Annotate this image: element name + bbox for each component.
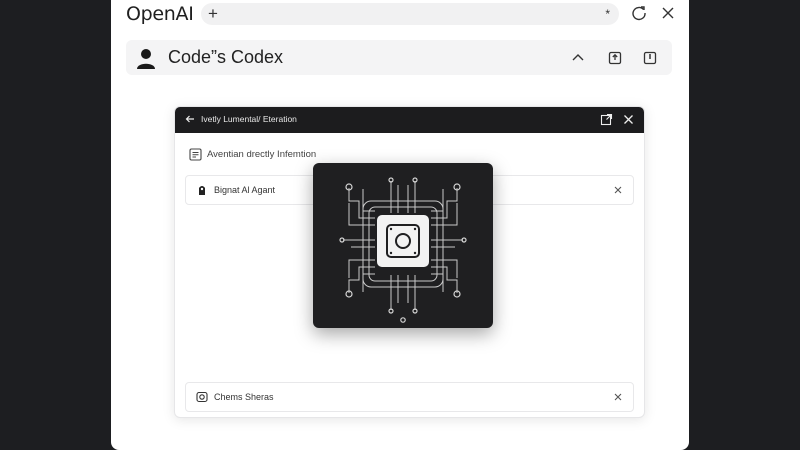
bookmark-star-icon[interactable]: *: [605, 3, 610, 25]
new-tab-button[interactable]: +: [208, 3, 218, 24]
conversation-header: Code”s Codex: [126, 40, 672, 75]
bookmark-icon[interactable]: [642, 50, 658, 66]
list-item[interactable]: Chems Sheras: [185, 382, 634, 412]
share-icon[interactable]: [607, 50, 623, 66]
dialog-title: Ivetly Lumental/ Eteration: [201, 114, 297, 124]
agent-icon: [199, 186, 205, 195]
address-bar[interactable]: + *: [201, 3, 619, 25]
back-arrow-icon[interactable]: [184, 113, 196, 125]
document-icon: [189, 148, 202, 161]
chip-overlay: [313, 163, 493, 328]
close-window-icon[interactable]: [660, 5, 676, 21]
info-text: Aventian drectly Infemtion: [207, 149, 317, 160]
refresh-icon[interactable]: [631, 5, 647, 21]
external-link-icon[interactable]: [600, 113, 613, 126]
page-title: Code”s Codex: [168, 47, 284, 67]
list-item-label: Bignat Al Agant: [214, 185, 276, 195]
avatar[interactable]: [134, 46, 158, 70]
brand-logo-text: OpenAI: [126, 3, 194, 25]
camera-icon: [196, 391, 208, 403]
circuit-chip-icon: [339, 177, 467, 323]
remove-icon[interactable]: [613, 185, 623, 195]
top-bar: OpenAI + *: [111, 0, 689, 30]
dialog-header: Ivetly Lumental/ Eteration: [175, 107, 644, 133]
remove-icon[interactable]: [613, 392, 623, 402]
list-item-label: Chems Sheras: [214, 392, 274, 402]
close-dialog-icon[interactable]: [622, 113, 635, 126]
chevron-up-icon[interactable]: [570, 50, 586, 66]
